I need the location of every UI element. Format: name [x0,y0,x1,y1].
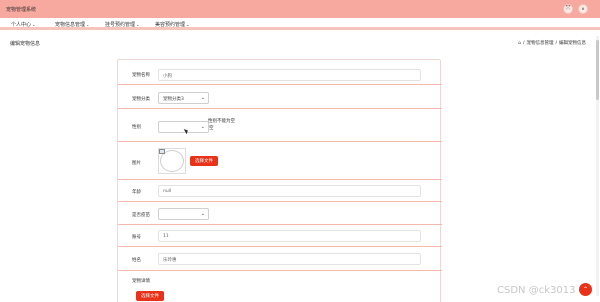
breadcrumb: ⌂ / 宠物信息管理 / 编辑宠物信息 [518,40,586,47]
gender-required-tip: 性别不能为空 空 [208,118,235,132]
chevron-down-icon: ⌄ [200,124,205,130]
user-icon[interactable]: ⚬ [578,4,588,14]
form-row-pet-detail: 宠物详情 选择文件 [118,271,442,302]
pet-name-input[interactable]: 小狗 [158,69,421,81]
pet-detail-label: 宠物详情 [132,279,150,284]
app-title: 宠物管理系统 [6,7,37,13]
chevron-down-icon: ⌄ [32,22,36,27]
breadcrumb-separator: / [522,40,525,46]
choose-image-button[interactable]: 选择文件 [190,156,218,166]
menu-item-personal-center[interactable]: 个人中心⌄ [11,21,35,28]
broken-image-icon [159,149,165,154]
pet-name-label: 宠物名称 [132,73,150,78]
vaccinated-label: 是否疫苗 [132,213,150,218]
menu-item-label: 美容预约管理 [155,22,186,28]
gender-tip-text-2: 空 [209,126,214,131]
chevron-down-icon: ⌄ [200,211,205,217]
image-preview [158,148,186,174]
form-row-account: 账号 11 [118,225,442,247]
account-label: 账号 [132,235,141,240]
form-row-pet-category: 宠物分类 宠物分类3 ⌄ [118,85,442,109]
pet-category-value: 宠物分类3 [163,97,184,102]
name-label: 姓名 [132,258,141,263]
image-label: 图片 [132,161,141,166]
top-bar: 宠物管理系统 ⤧ ⚬ [0,0,600,18]
edit-pet-form: 宠物名称 小狗 宠物分类 宠物分类3 ⌄ 性别 ⌄ 性别不能为空 空 图片 选择… [117,59,442,302]
chevron-down-icon: ⌄ [86,22,90,27]
form-row-name: 姓名 乐玲惠 [118,247,442,271]
home-icon[interactable]: ⌂ [518,41,521,46]
breadcrumb-item-edit: 编辑宠物信息 [559,41,586,46]
age-input[interactable]: null [158,185,421,197]
watermark-text: CSDN @ck3013 [497,285,576,296]
choose-detail-file-button[interactable]: 选择文件 [136,291,164,301]
menu-item-pet-info[interactable]: 宠物信息管理⌄ [55,21,89,28]
form-row-age: 年龄 null [118,180,442,202]
form-row-image: 图片 选择文件 [118,142,442,180]
menu-item-label: 挂号预约管理 [105,22,136,28]
scrollbar-thumb[interactable] [596,40,599,100]
page-title: 编辑宠物信息 [10,41,41,47]
account-input[interactable]: 11 [158,230,421,242]
breadcrumb-separator: / [555,40,557,46]
fullscreen-icon[interactable]: ⤧ [563,4,573,14]
form-row-pet-name: 宠物名称 小狗 [118,60,442,85]
gender-tip-text: 性别不能为空 [208,119,235,124]
pet-category-label: 宠物分类 [132,97,150,102]
name-input[interactable]: 乐玲惠 [158,253,421,265]
breadcrumb-item-pet-info[interactable]: 宠物信息管理 [526,40,553,46]
back-to-top-icon[interactable]: ⌃ [579,283,592,296]
form-row-vaccinated: 是否疫苗 ⌄ [118,202,442,225]
chevron-down-icon: ⌄ [200,95,205,101]
menu-item-label: 个人中心 [11,22,32,28]
menu-bar: 个人中心⌄ 宠物信息管理⌄ 挂号预约管理⌄ 美容预约管理⌄ [0,18,600,30]
menu-item-grooming[interactable]: 美容预约管理⌄ [155,21,189,28]
menu-item-registration[interactable]: 挂号预约管理⌄ [105,21,139,28]
gender-label: 性别 [132,125,141,130]
chevron-down-icon: ⌄ [136,22,140,27]
page-header: 编辑宠物信息 ⌂ / 宠物信息管理 / 编辑宠物信息 [0,34,600,48]
gender-select[interactable]: ⌄ [158,121,209,133]
pet-category-select[interactable]: 宠物分类3 ⌄ [158,92,209,104]
menu-item-label: 宠物信息管理 [55,22,86,28]
vaccinated-select[interactable]: ⌄ [158,208,209,220]
form-row-gender: 性别 ⌄ 性别不能为空 空 [118,109,442,142]
chevron-down-icon: ⌄ [186,22,190,27]
age-label: 年龄 [132,190,141,195]
